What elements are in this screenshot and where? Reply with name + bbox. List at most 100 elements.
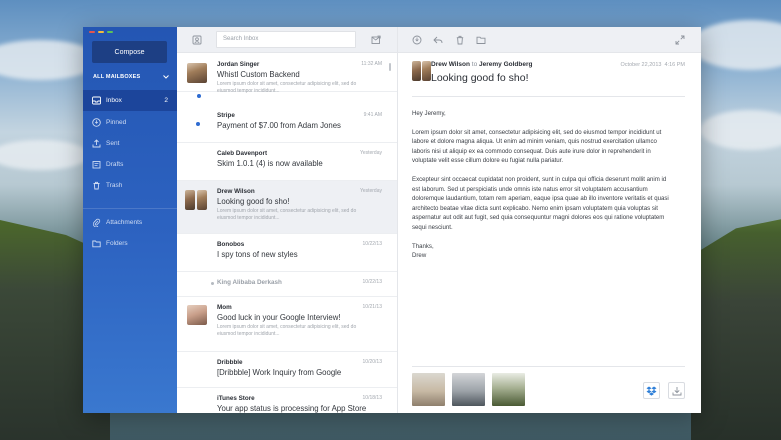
trash-icon[interactable] bbox=[455, 35, 465, 45]
reader-toolbar bbox=[398, 27, 701, 53]
avatar bbox=[187, 305, 207, 325]
unread-indicator bbox=[197, 94, 201, 98]
message-date: 10/22/13 bbox=[362, 279, 382, 285]
sidebar-item-label: Inbox bbox=[106, 97, 122, 104]
sidebar-item-sent[interactable]: Sent bbox=[83, 133, 177, 154]
sidebar-item-label: Trash bbox=[106, 182, 123, 189]
sidebar-item-inbox[interactable]: Inbox 2 bbox=[83, 90, 177, 111]
list-item[interactable]: Stripe 9:41 AM Payment of $7.00 from Ada… bbox=[177, 105, 397, 143]
sidebar-item-pinned[interactable]: Pinned bbox=[83, 112, 177, 133]
message-date: 9:41 AM bbox=[363, 112, 382, 118]
message-date: 10/21/13 bbox=[362, 304, 382, 310]
contacts-icon[interactable] bbox=[192, 35, 202, 45]
message-subject: Whistl Custom Backend bbox=[217, 70, 300, 79]
zoom-window-button[interactable] bbox=[107, 31, 113, 33]
message-sender: Dribbble bbox=[217, 359, 243, 366]
list-item[interactable]: Caleb Davenport Yesterday Skim 1.0.1 (4)… bbox=[177, 143, 397, 181]
paperclip-icon bbox=[92, 218, 101, 227]
list-item[interactable]: Bonobos 10/22/13 I spy tons of new style… bbox=[177, 234, 397, 272]
message-sender: King Alibaba Derkash bbox=[217, 279, 282, 286]
message-reader: Drew Wilson to Jeremy Goldberg October 2… bbox=[398, 27, 701, 413]
message-subject: Payment of $7.00 from Adam Jones bbox=[217, 121, 341, 130]
message-sender: Bonobos bbox=[217, 241, 245, 248]
folder-icon[interactable] bbox=[476, 35, 486, 45]
drafts-icon bbox=[92, 160, 101, 169]
sent-icon bbox=[92, 139, 101, 148]
window-controls bbox=[89, 31, 113, 33]
reply-icon[interactable] bbox=[433, 35, 443, 45]
message-date: Yesterday bbox=[359, 188, 382, 194]
unread-count-badge: 2 bbox=[164, 97, 168, 104]
download-button[interactable] bbox=[668, 382, 685, 399]
search-input[interactable]: Search Inbox bbox=[216, 31, 356, 48]
message-subject: Looking good fo sho! bbox=[217, 197, 290, 206]
expand-icon[interactable] bbox=[675, 35, 685, 45]
pin-icon[interactable] bbox=[412, 35, 422, 45]
all-mailboxes-dropdown[interactable]: ALL MAILBOXES bbox=[93, 74, 169, 80]
read-indicator bbox=[211, 282, 214, 285]
avatar bbox=[422, 61, 431, 81]
message-subject: Skim 1.0.1 (4) is now available bbox=[217, 159, 323, 168]
list-item-selected[interactable]: Drew Wilson Yesterday Looking good fo sh… bbox=[177, 181, 397, 234]
message-date: Yesterday bbox=[359, 150, 382, 156]
recipient-name[interactable]: Jeremy Goldberg bbox=[479, 61, 532, 68]
folder-icon bbox=[92, 239, 101, 248]
message-body: Hey Jeremy, Lorem ipsum dolor sit amet, … bbox=[412, 109, 674, 261]
message-sender: Drew Wilson bbox=[217, 188, 255, 195]
message-preview: Lorem ipsum dolor sit amet, consectetur … bbox=[217, 324, 357, 337]
mail-app-window: Compose ALL MAILBOXES Inbox 2 Pinned Sen… bbox=[83, 27, 701, 413]
attachment-thumbnail[interactable] bbox=[492, 373, 525, 406]
sidebar-item-trash[interactable]: Trash bbox=[83, 175, 177, 196]
message-date: 10/20/13 bbox=[362, 359, 382, 365]
message-subject: Good luck in your Google Interview! bbox=[217, 313, 341, 322]
message-list: Search Inbox Jordan Singer 11:32 AM Whis… bbox=[177, 27, 398, 413]
sidebar-item-attachments[interactable]: Attachments bbox=[83, 212, 177, 233]
attachment-thumbnail[interactable] bbox=[452, 373, 485, 406]
message-subject: [Dribbble] Work Inquiry from Google bbox=[217, 368, 342, 377]
attachments-divider bbox=[412, 366, 685, 367]
message-date: 10/22/13 bbox=[362, 241, 382, 247]
body-paragraph: Excepteur sint occaecat cupidatat non pr… bbox=[412, 175, 669, 231]
to-label: to bbox=[471, 61, 478, 68]
message-sender: Mom bbox=[217, 304, 232, 311]
message-sender: Jordan Singer bbox=[217, 61, 260, 68]
unread-indicator bbox=[196, 122, 200, 126]
compose-icon[interactable] bbox=[371, 35, 381, 45]
chevron-down-icon bbox=[163, 75, 169, 79]
sidebar-item-drafts[interactable]: Drafts bbox=[83, 154, 177, 175]
message-date: 11:32 AM bbox=[361, 61, 382, 67]
message-subject: I spy tons of new styles bbox=[217, 250, 298, 259]
list-item[interactable]: Jordan Singer 11:32 AM Whistl Custom Bac… bbox=[177, 54, 397, 94]
message-date: October 22,2013 bbox=[620, 62, 662, 68]
list-item[interactable]: iTunes Store 10/18/13 Your app status is… bbox=[177, 388, 397, 413]
list-item[interactable]: King Alibaba Derkash 10/22/13 bbox=[177, 272, 397, 297]
dropbox-icon bbox=[646, 386, 657, 396]
message-sender: iTunes Store bbox=[217, 395, 255, 402]
sidebar-item-label: Attachments bbox=[106, 219, 143, 226]
body-paragraph: Lorem ipsum dolor sit amet, consectetur … bbox=[412, 128, 662, 165]
compose-button[interactable]: Compose bbox=[92, 41, 167, 63]
close-window-button[interactable] bbox=[89, 31, 95, 33]
sidebar-item-label: Sent bbox=[106, 140, 120, 147]
message-subject: Your app status is processing for App St… bbox=[217, 404, 367, 413]
trash-icon bbox=[92, 181, 101, 190]
dropbox-button[interactable] bbox=[643, 382, 660, 399]
sidebar-item-folders[interactable]: Folders bbox=[83, 233, 177, 254]
avatar bbox=[197, 190, 207, 210]
avatar bbox=[185, 190, 195, 210]
attachment-thumbnail[interactable] bbox=[412, 373, 445, 406]
list-item[interactable]: Mom 10/21/13 Good luck in your Google In… bbox=[177, 297, 397, 352]
list-toolbar: Search Inbox bbox=[177, 27, 397, 53]
minimize-window-button[interactable] bbox=[98, 31, 104, 33]
message-datetime: October 22,2013 4:16 PM bbox=[620, 62, 685, 68]
message-subject: Looking good fo sho! bbox=[431, 72, 529, 84]
message-sender: Caleb Davenport bbox=[217, 150, 268, 157]
sender-name[interactable]: Drew Wilson bbox=[431, 61, 470, 68]
list-item[interactable]: Dribbble 10/20/13 [Dribbble] Work Inquir… bbox=[177, 352, 397, 388]
download-icon bbox=[672, 386, 681, 395]
all-mailboxes-label: ALL MAILBOXES bbox=[93, 74, 141, 80]
greeting: Hey Jeremy, bbox=[412, 110, 446, 117]
sidebar-divider bbox=[83, 208, 177, 209]
pin-icon bbox=[92, 118, 101, 127]
sidebar-item-label: Pinned bbox=[106, 119, 127, 126]
